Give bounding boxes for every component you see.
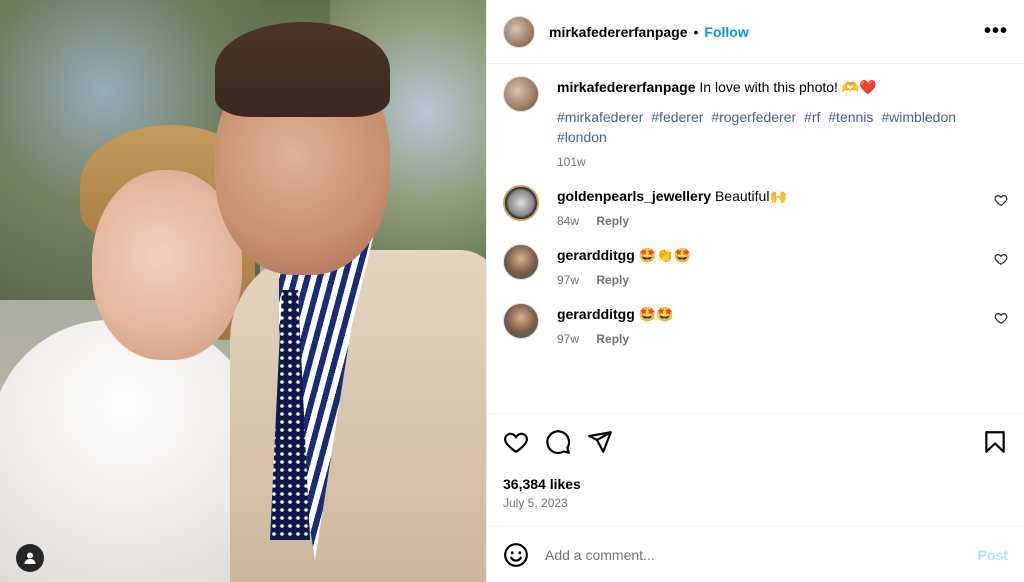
hashtag-link[interactable]: #london <box>557 129 607 145</box>
bookmark-icon[interactable] <box>982 429 1008 455</box>
photo-woman-lace-blouse <box>0 320 260 582</box>
caption-username[interactable]: mirkafedererfanpage <box>557 79 696 95</box>
follow-button[interactable]: Follow <box>704 24 748 40</box>
tagged-users-button[interactable] <box>16 544 44 572</box>
commenter-avatar[interactable] <box>503 244 539 280</box>
instagram-post-view: mirkafedererfanpage • Follow ••• mirkafe… <box>0 0 1024 582</box>
post-actions: 36,384 likes July 5, 2023 <box>487 413 1024 510</box>
emoji-icon[interactable] <box>503 542 529 568</box>
post-header: mirkafedererfanpage • Follow ••• <box>487 0 1024 64</box>
comment-username[interactable]: gerardditgg <box>557 306 635 322</box>
commenter-avatar[interactable] <box>503 303 539 339</box>
hashtag-link[interactable]: #rf <box>804 109 820 125</box>
comment-text: 🤩👏🤩 <box>638 247 691 263</box>
comments-list[interactable]: mirkafedererfanpage In love with this ph… <box>487 64 1024 413</box>
commenter-avatar[interactable] <box>503 185 539 221</box>
reply-button[interactable]: Reply <box>596 214 629 228</box>
comment-input[interactable] <box>545 546 978 563</box>
comment-text: Beautiful🙌 <box>714 188 787 204</box>
post-side-panel: mirkafedererfanpage • Follow ••• mirkafe… <box>486 0 1024 582</box>
author-username[interactable]: mirkafedererfanpage <box>549 24 688 40</box>
comment-item: gerardditgg 🤩👏🤩 97w Reply <box>503 244 1008 287</box>
reply-button[interactable]: Reply <box>596 273 629 287</box>
like-heart-icon[interactable] <box>503 429 529 455</box>
caption-author-avatar[interactable] <box>503 76 539 112</box>
caption-text: In love with this photo! 🫶❤️ <box>699 79 877 95</box>
comment-username[interactable]: gerardditgg <box>557 247 635 263</box>
like-comment-heart-icon[interactable] <box>994 252 1008 266</box>
share-paper-plane-icon[interactable] <box>587 429 613 455</box>
hashtag-link[interactable]: #wimbledon <box>881 109 956 125</box>
post-comment-button[interactable]: Post <box>978 547 1008 563</box>
comment-item: gerardditgg 🤩🤩 97w Reply <box>503 303 1008 346</box>
header-separator: • <box>693 23 699 40</box>
hashtag-link[interactable]: #mirkafederer <box>557 109 643 125</box>
caption-age[interactable]: 101w <box>557 155 586 169</box>
comment-age[interactable]: 97w <box>557 332 579 346</box>
caption-meta: 101w <box>557 155 1008 169</box>
caption-hashtags: #mirkafederer #federer #rogerfederer #rf… <box>557 107 1008 147</box>
comment-item: goldenpearls_jewellery Beautiful🙌 84w Re… <box>503 185 1008 228</box>
author-avatar[interactable] <box>503 15 535 48</box>
caption: mirkafedererfanpage In love with this ph… <box>503 76 1008 169</box>
user-icon <box>24 552 36 564</box>
comment-composer: Post <box>487 526 1024 582</box>
hashtag-link[interactable]: #rogerfederer <box>711 109 796 125</box>
post-date[interactable]: July 5, 2023 <box>503 496 1008 510</box>
more-options-icon[interactable]: ••• <box>984 20 1008 43</box>
photo-man-hair <box>215 22 390 117</box>
reply-button[interactable]: Reply <box>596 332 629 346</box>
likes-count[interactable]: 36,384 likes <box>503 476 1008 492</box>
post-photo[interactable] <box>0 0 486 582</box>
hashtag-link[interactable]: #federer <box>651 109 703 125</box>
comment-bubble-icon[interactable] <box>545 429 571 455</box>
comment-age[interactable]: 97w <box>557 273 579 287</box>
comment-username[interactable]: goldenpearls_jewellery <box>557 188 711 204</box>
action-icons <box>503 428 1008 456</box>
comment-text: 🤩🤩 <box>638 306 674 322</box>
hashtag-link[interactable]: #tennis <box>828 109 873 125</box>
like-comment-heart-icon[interactable] <box>994 193 1008 207</box>
comment-age[interactable]: 84w <box>557 214 579 228</box>
like-comment-heart-icon[interactable] <box>994 311 1008 325</box>
